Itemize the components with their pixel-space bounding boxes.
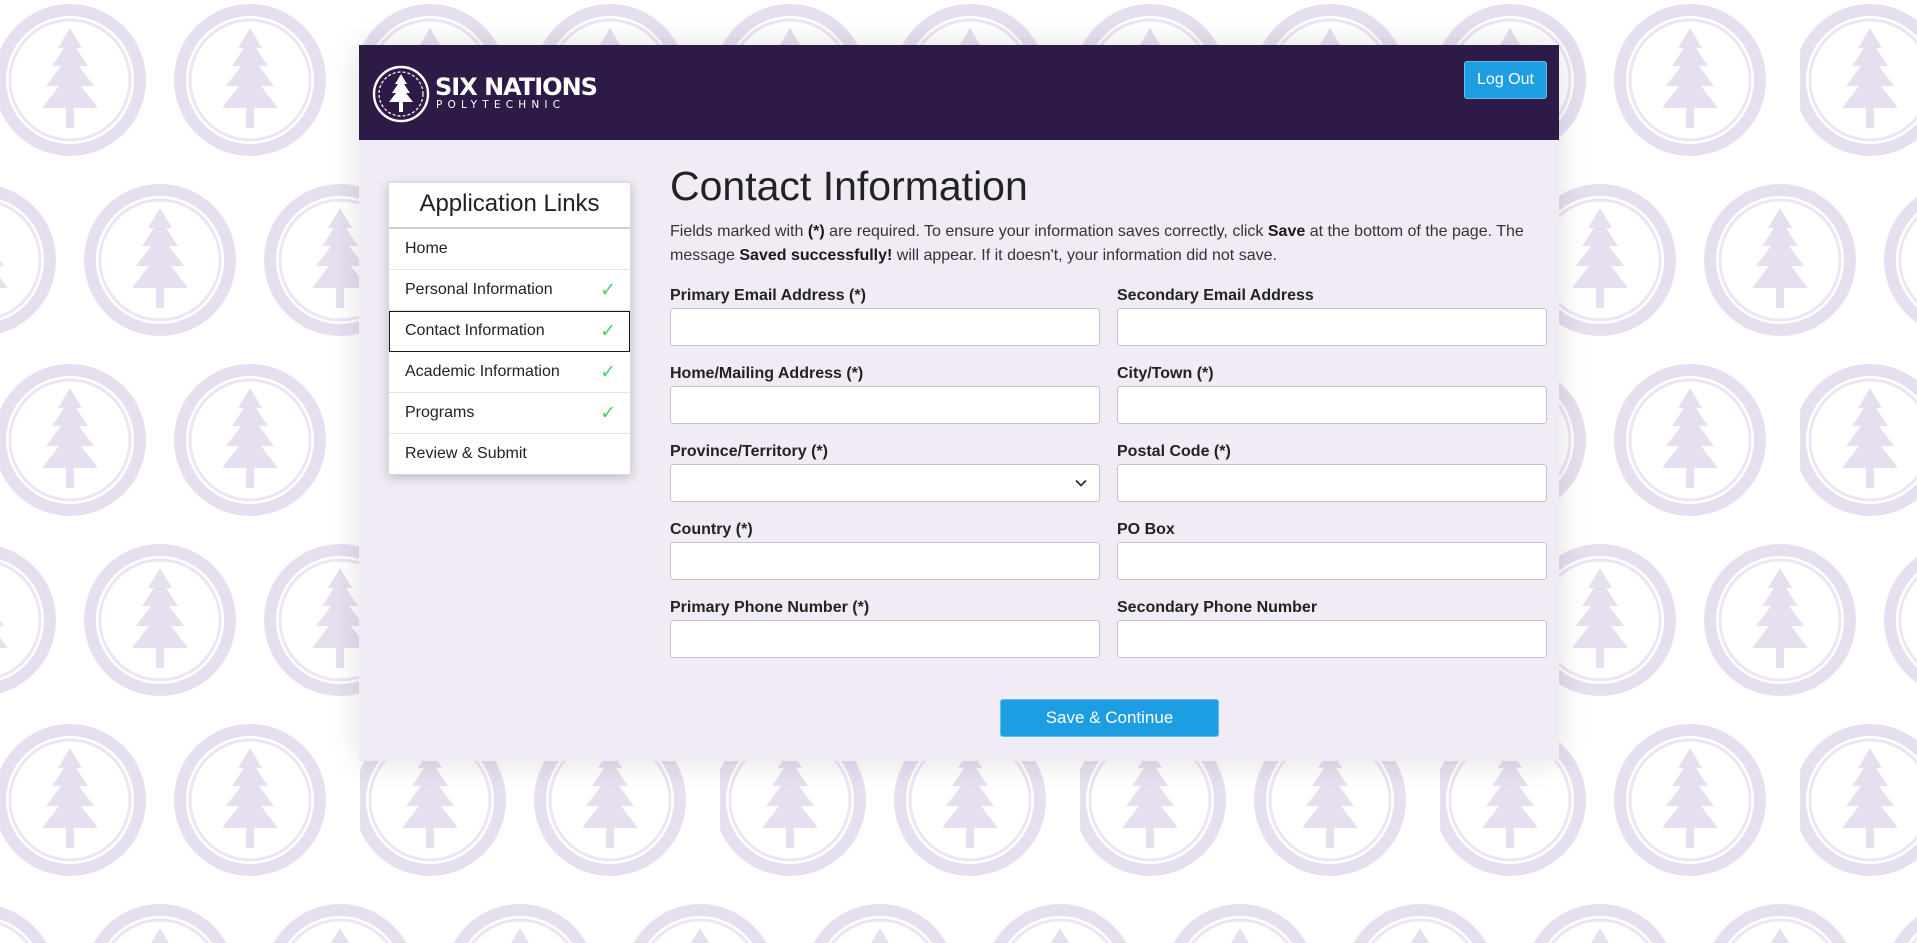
brand-subtitle: POLYTECHNIC [436,99,566,111]
application-links-panel: Application Links Home Personal Informat… [388,182,631,475]
instructions-save-word: Save [1267,223,1306,240]
secondary-email-group: Secondary Email Address [1117,286,1547,346]
application-card: SIX NATIONS POLYTECHNIC Log Out Applicat… [359,45,1559,761]
country-group: Country (*) [670,520,1100,580]
instructions-part: will appear. If it doesn't, your informa… [892,247,1277,264]
check-icon: ✓ [600,361,616,383]
city-group: City/Town (*) [1117,364,1547,424]
po-box-label: PO Box [1117,521,1175,538]
brand-name: SIX NATIONS [435,73,598,101]
primary-email-group: Primary Email Address (*) [670,286,1100,346]
sidebar-item-personal-information[interactable]: Personal Information ✓ [389,270,630,311]
postal-code-label: Postal Code (*) [1117,443,1231,460]
sidebar-item-label: Review & Submit [405,445,527,462]
city-field[interactable] [1117,386,1547,424]
sidebar-item-label: Home [405,240,448,257]
country-field[interactable] [670,542,1100,580]
secondary-phone-field[interactable] [1117,620,1547,658]
secondary-phone-label: Secondary Phone Number [1117,599,1318,616]
primary-email-field[interactable] [670,308,1100,346]
home-address-field[interactable] [670,386,1100,424]
sidebar-item-academic-information[interactable]: Academic Information ✓ [389,352,630,393]
primary-phone-field[interactable] [670,620,1100,658]
sidebar-item-contact-information[interactable]: Contact Information ✓ [389,311,630,352]
sidebar-item-label: Programs [405,404,475,421]
instructions-required-marker: (*) [807,223,825,240]
logout-button[interactable]: Log Out [1464,61,1547,99]
chevron-down-icon [1075,479,1087,487]
sidebar-item-review-submit[interactable]: Review & Submit [389,434,630,474]
save-continue-button[interactable]: Save & Continue [1000,699,1219,737]
po-box-group: PO Box [1117,520,1547,580]
header-bar: SIX NATIONS POLYTECHNIC Log Out [359,45,1559,140]
primary-phone-group: Primary Phone Number (*) [670,598,1100,658]
primary-email-label: Primary Email Address (*) [670,287,866,304]
check-icon: ✓ [600,320,616,342]
home-address-group: Home/Mailing Address (*) [670,364,1100,424]
tree-emblem-icon [372,65,430,123]
sidebar-item-programs[interactable]: Programs ✓ [389,393,630,434]
instructions-success-message: Saved successfully! [739,247,893,264]
instructions-part: are required. To ensure your information… [824,223,1268,240]
page-title: Contact Information [670,163,1028,209]
check-icon: ✓ [600,402,616,424]
postal-code-group: Postal Code (*) [1117,442,1547,502]
home-address-label: Home/Mailing Address (*) [670,365,864,382]
country-label: Country (*) [670,521,753,538]
sidebar-item-home[interactable]: Home [389,229,630,270]
sidebar-title: Application Links [389,183,630,229]
province-select[interactable] [670,464,1100,502]
province-select-wrapper [670,464,1100,502]
secondary-email-field[interactable] [1117,308,1547,346]
instructions-text: Fields marked with (*) are required. To … [670,220,1550,268]
check-icon: ✓ [600,279,616,301]
po-box-field[interactable] [1117,542,1547,580]
secondary-email-label: Secondary Email Address [1117,287,1314,304]
secondary-phone-group: Secondary Phone Number [1117,598,1547,658]
sidebar-item-label: Personal Information [405,281,553,298]
city-label: City/Town (*) [1117,365,1214,382]
sidebar-item-label: Academic Information [405,363,560,380]
province-group: Province/Territory (*) [670,442,1100,502]
instructions-part: Fields marked with [670,223,808,240]
sidebar-item-label: Contact Information [405,322,545,339]
primary-phone-label: Primary Phone Number (*) [670,599,870,616]
postal-code-field[interactable] [1117,464,1547,502]
province-label: Province/Territory (*) [670,443,828,460]
